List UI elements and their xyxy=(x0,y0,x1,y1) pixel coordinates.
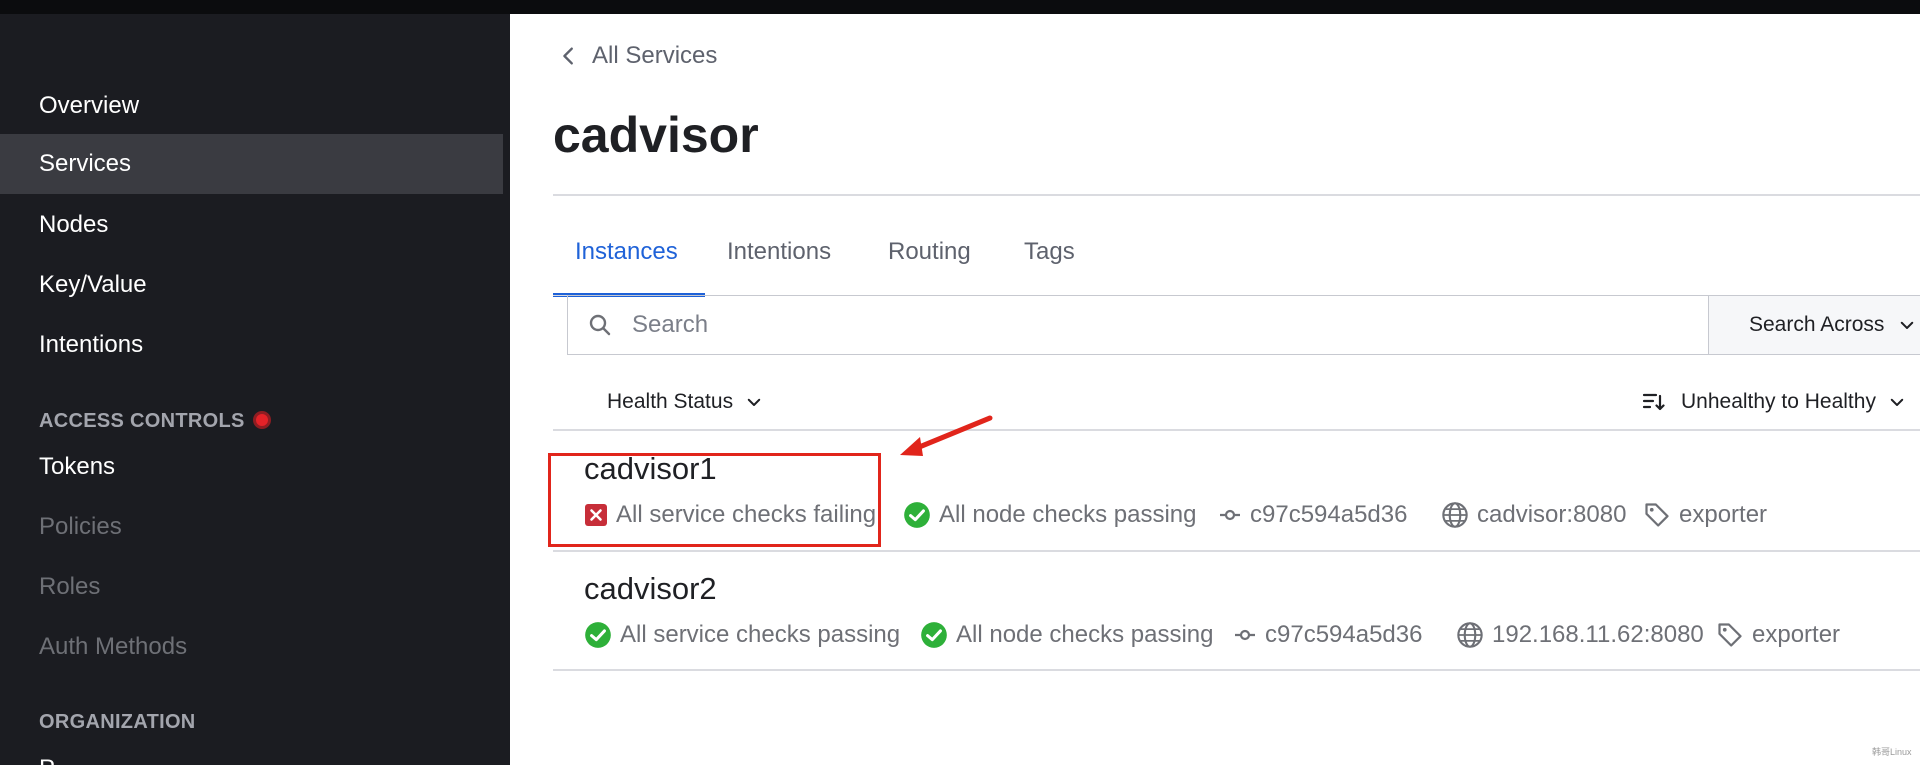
sidebar-item-overview[interactable]: Overview xyxy=(0,76,510,136)
node-checks-status: All node checks passing xyxy=(920,618,1213,652)
sidebar-item-label: Auth Methods xyxy=(39,633,188,660)
sidebar-item-label: Intentions xyxy=(39,331,144,358)
tab-routing[interactable]: Routing xyxy=(888,210,971,294)
annotation-highlight-box xyxy=(548,453,881,547)
instance-tags: exporter xyxy=(1716,618,1840,652)
check-circle-icon xyxy=(904,502,930,528)
search-field xyxy=(567,295,1708,355)
row-divider xyxy=(553,669,1920,671)
git-commit-icon xyxy=(1235,629,1255,641)
sidebar-item-policies[interactable]: Policies xyxy=(0,497,510,557)
search-across-dropdown[interactable]: Search Across xyxy=(1708,295,1920,355)
instance-tags: exporter xyxy=(1643,498,1767,532)
sidebar-item-label: Overview xyxy=(39,92,140,119)
node-checks-label: All node checks passing xyxy=(939,501,1197,528)
sidebar-item-key-value[interactable]: Key/Value xyxy=(0,255,510,315)
instance-address: cadvisor:8080 xyxy=(1441,498,1626,532)
main-content: All Services cadvisor Instances Intentio… xyxy=(510,14,1920,765)
divider xyxy=(553,194,1920,196)
sidebar-item-partial[interactable]: P xyxy=(39,754,55,765)
sidebar-item-label: Tokens xyxy=(39,453,116,480)
commit-label: c97c594a5d36 xyxy=(1265,621,1423,648)
tag-icon xyxy=(1718,623,1742,647)
instance-name[interactable]: cadvisor2 xyxy=(584,569,717,609)
sidebar-item-label: P xyxy=(39,755,55,765)
chevron-down-icon xyxy=(1901,321,1914,329)
health-status-filter[interactable]: Health Status xyxy=(607,381,763,423)
address-label: cadvisor:8080 xyxy=(1477,501,1627,528)
chevron-left-icon xyxy=(563,47,573,65)
chevron-down-icon xyxy=(747,398,761,406)
access-controls-heading: ACCESS CONTROLS xyxy=(39,407,271,435)
sidebar: Overview Services Nodes Key/Value Intent… xyxy=(0,14,510,765)
search-icon xyxy=(589,314,611,336)
node-checks-label: All node checks passing xyxy=(956,621,1214,648)
tab-intentions[interactable]: Intentions xyxy=(727,210,831,294)
list-divider xyxy=(553,429,1920,431)
sort-descending-icon xyxy=(1642,393,1665,411)
sort-dropdown[interactable]: Unhealthy to Healthy xyxy=(1641,381,1906,423)
commit-id: c97c594a5d36 xyxy=(1218,498,1407,532)
check-circle-icon xyxy=(585,622,611,648)
watermark: 韩哥Linux xyxy=(1872,747,1912,757)
back-to-services-link[interactable]: All Services xyxy=(558,36,717,76)
annotation-arrow-icon xyxy=(900,415,993,456)
tab-instances[interactable]: Instances xyxy=(575,210,678,294)
sidebar-item-label: Roles xyxy=(39,573,101,600)
sidebar-item-nodes[interactable]: Nodes xyxy=(0,195,510,255)
sidebar-item-label: Key/Value xyxy=(39,271,147,298)
service-checks-status: All service checks passing xyxy=(584,618,900,652)
node-checks-status: All node checks passing xyxy=(903,498,1196,532)
sort-label: Unhealthy to Healthy xyxy=(1681,390,1876,413)
tab-tags[interactable]: Tags xyxy=(1024,210,1075,294)
access-controls-label: ACCESS CONTROLS xyxy=(39,410,245,432)
globe-icon xyxy=(1457,622,1483,648)
git-commit-icon xyxy=(1220,509,1240,521)
tag-label: exporter xyxy=(1752,621,1841,648)
organization-heading: ORGANIZATION xyxy=(39,708,196,736)
service-checks-label: All service checks passing xyxy=(620,621,901,648)
back-link-label: All Services xyxy=(592,42,718,69)
sidebar-item-tokens[interactable]: Tokens xyxy=(0,437,510,497)
sidebar-item-roles[interactable]: Roles xyxy=(0,557,510,617)
check-circle-icon xyxy=(921,622,947,648)
address-label: 192.168.11.62:8080 xyxy=(1492,621,1704,648)
sidebar-item-services[interactable]: Services xyxy=(0,134,503,194)
tag-icon xyxy=(1645,503,1669,527)
alert-dot-icon xyxy=(252,410,271,429)
sidebar-item-label: Policies xyxy=(39,513,122,540)
tag-label: exporter xyxy=(1679,501,1768,528)
tab-label: Tags xyxy=(1024,238,1075,265)
search-input[interactable] xyxy=(630,310,1534,340)
sidebar-item-label: Nodes xyxy=(39,211,109,238)
table-row[interactable]: cadvisor2 All service checks passing All… xyxy=(553,564,1920,682)
commit-id: c97c594a5d36 xyxy=(1233,618,1422,652)
tab-label: Instances xyxy=(575,238,678,265)
sidebar-item-auth-methods[interactable]: Auth Methods xyxy=(0,617,510,677)
page-title: cadvisor xyxy=(553,107,759,163)
search-across-label: Search Across xyxy=(1749,313,1885,336)
commit-label: c97c594a5d36 xyxy=(1250,501,1408,528)
tab-label: Intentions xyxy=(727,238,832,265)
chevron-down-icon xyxy=(1890,398,1904,406)
top-bar xyxy=(0,0,1920,14)
tab-label: Routing xyxy=(888,238,971,265)
globe-icon xyxy=(1442,502,1468,528)
sidebar-item-intentions[interactable]: Intentions xyxy=(0,315,510,375)
instance-address: 192.168.11.62:8080 xyxy=(1456,618,1704,652)
sidebar-item-label: Services xyxy=(39,150,132,177)
health-status-label: Health Status xyxy=(607,390,734,413)
row-divider xyxy=(553,550,1920,552)
organization-label: ORGANIZATION xyxy=(39,711,196,733)
